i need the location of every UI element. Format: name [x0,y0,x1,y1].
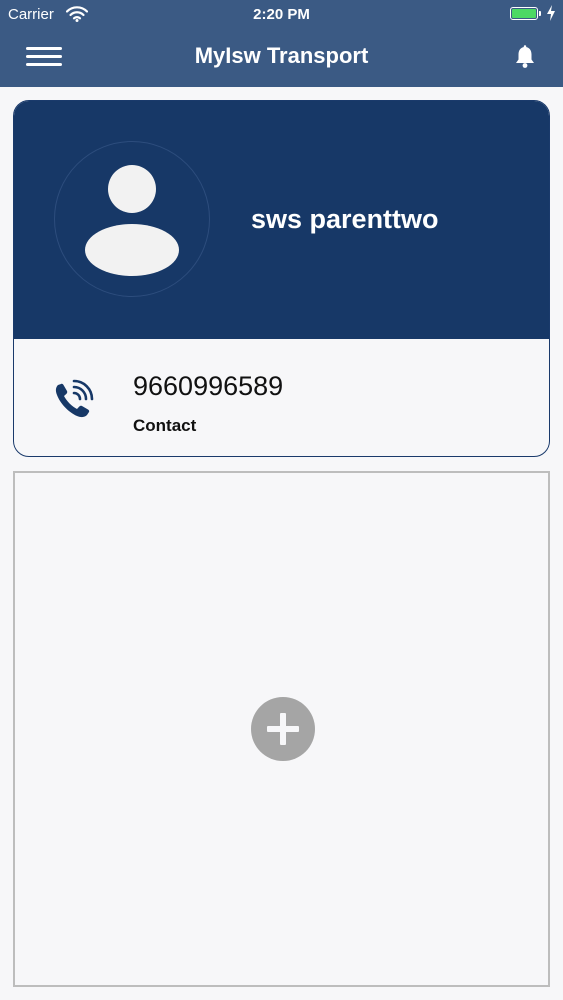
user-avatar-icon [54,141,210,297]
bell-icon[interactable] [512,44,538,70]
battery-tip [539,11,541,16]
add-panel [13,471,550,987]
profile-name: sws parenttwo [251,204,439,234]
contact-number: 9660996589 [133,371,284,401]
plus-circle-icon[interactable] [251,697,315,761]
phone-ringing-icon [52,377,96,426]
status-bar: Carrier 2:20 PM [0,0,563,30]
profile-header: sws parenttwo [14,101,549,339]
page-title: MyIsw Transport [194,43,369,68]
battery-icon [510,7,538,20]
profile-card: sws parenttwo 9660996589 Contact [13,100,550,457]
charging-bolt-icon [546,4,556,26]
app-header: Carrier 2:20 PM MyIsw Transport [0,0,563,87]
contact-label: Contact [133,416,197,435]
status-time: 2:20 PM [253,6,310,23]
